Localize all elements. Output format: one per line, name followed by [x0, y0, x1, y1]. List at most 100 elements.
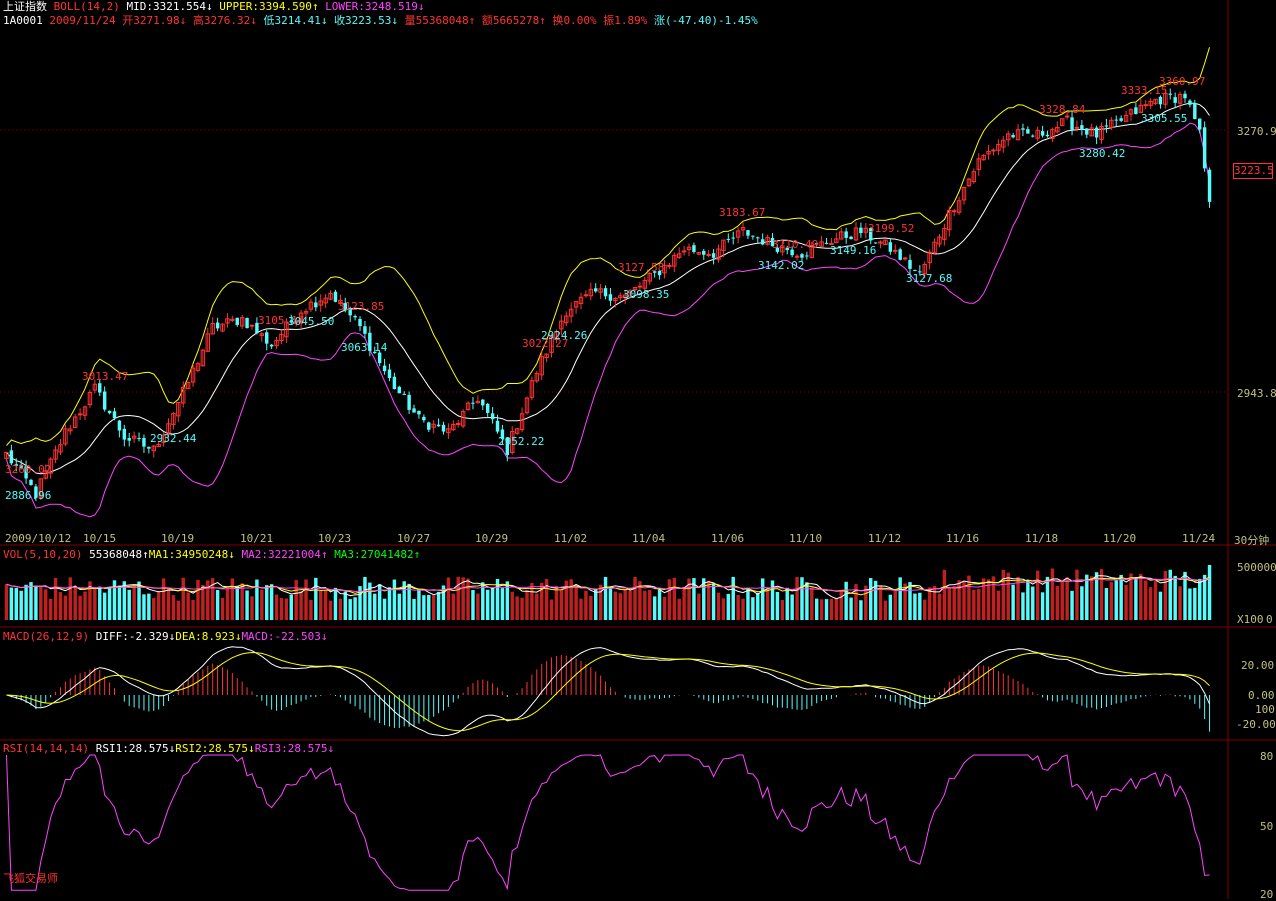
vol-arrow-icon: ↑ [142, 548, 149, 561]
candle-down [102, 391, 107, 410]
date-tick-label: 11/02 [554, 532, 588, 545]
low-price-label: 3305.55 [1141, 111, 1188, 125]
volume-bar-up [883, 600, 888, 620]
volume-bar-up [456, 576, 460, 620]
volume-bar-down [746, 587, 750, 620]
candle-down [1173, 97, 1177, 103]
volume-bar-up [83, 591, 87, 620]
high-price-label: 3123.85 [338, 300, 385, 314]
volume-bar-up [947, 588, 952, 620]
date-tick-label: 11/10 [789, 532, 823, 545]
volume-bar-up [1035, 570, 1040, 620]
candle-down [412, 408, 416, 413]
candle-down [107, 410, 112, 414]
period-label[interactable]: 30分钟 [1234, 532, 1269, 548]
volume-bar-down [775, 591, 780, 620]
date-tick-label: 11/04 [632, 532, 666, 545]
volume-bar-down [127, 589, 131, 620]
volume-bar-up [181, 577, 185, 620]
volume-bar-up [1153, 581, 1158, 620]
volume-bar-down [215, 589, 220, 620]
volume-bar-up [672, 577, 677, 620]
volume-bar-up [648, 589, 652, 620]
candle-down [800, 254, 804, 258]
candle-down [314, 302, 318, 308]
volume-bar-down [888, 594, 893, 620]
candle-down [363, 326, 367, 334]
rsi3-arrow-icon: ↓ [327, 742, 335, 755]
volume-bar-down [417, 588, 421, 620]
macd-dea: DEA:8.923 [175, 630, 235, 643]
volume-bar-down [363, 576, 367, 620]
volume-bar-up [196, 579, 200, 620]
volume-bar-down [603, 576, 608, 620]
candle-up [893, 249, 898, 252]
candle-down [427, 422, 431, 430]
date-tick-label: 11/16 [946, 532, 980, 545]
volume-bar-up [1109, 582, 1114, 620]
volume-bar-down [824, 599, 829, 620]
candle-up [1064, 115, 1070, 118]
candle-down [235, 317, 239, 325]
candle-down [824, 242, 829, 244]
volume-bar-up [323, 590, 328, 620]
date-tick-label: 10/15 [83, 532, 117, 545]
volume-bar-up [220, 597, 225, 620]
volume-bar-up [166, 588, 171, 620]
volume-bar-up [1178, 586, 1182, 620]
macd-axis-0: 0.00 [1248, 689, 1275, 702]
volume-bar-down [756, 592, 760, 620]
low-price-label: 3142.02 [758, 258, 805, 272]
rsi-axis-50: 50 [1260, 820, 1274, 833]
volume-bar-up [554, 585, 559, 620]
volume-bar-up [927, 587, 932, 620]
candle-down [147, 446, 151, 449]
volume-bar-up [299, 591, 303, 620]
candle-down [387, 369, 392, 378]
volume-bar-down [412, 598, 416, 620]
low-price-label: 2952.22 [498, 435, 545, 449]
volume-bar-down [264, 585, 269, 620]
candle-down [1080, 125, 1084, 130]
volume-bar-down [731, 576, 735, 620]
volume-bar-up [878, 585, 883, 620]
watermark-logo: 飞狐交易师 [3, 872, 58, 885]
high-price-label: 3183.67 [719, 206, 766, 220]
volume-bar-up [186, 592, 190, 620]
volume-bar-down [142, 594, 146, 620]
volume-bar-down [24, 584, 28, 620]
volume-bar-up [559, 589, 564, 620]
candle-down [731, 237, 735, 239]
volume-bar-down [770, 580, 775, 620]
volume-bar-down [1021, 592, 1025, 620]
volume-bar-up [93, 586, 97, 620]
current-price-tag: 3223.5 [1233, 163, 1274, 179]
volume-bar-down [1070, 590, 1074, 620]
volume-bar-down [859, 600, 863, 620]
candle-down [264, 332, 269, 344]
volume-bar-up [1001, 569, 1006, 620]
candle-down [751, 235, 755, 237]
volume-bar-up [1124, 584, 1128, 620]
volume-bar-up [736, 595, 740, 620]
volume-bar-up [623, 588, 627, 620]
candle-down [849, 236, 853, 240]
high-price-label: 3360.97 [1159, 74, 1206, 88]
candle-down [471, 402, 475, 404]
low-price-label: 3149.16 [830, 244, 877, 258]
candle-up [794, 255, 800, 258]
candle-down [844, 231, 848, 238]
macd-diff: DIFF:-2.329 [95, 630, 169, 643]
vol-ma3: MA3:27041482 [334, 548, 414, 561]
volume-bar-up [667, 579, 672, 620]
candle-up [583, 294, 589, 297]
price-axis-label-high: 3270.9 [1237, 125, 1276, 138]
candle-down [1207, 169, 1212, 202]
candle-down [1168, 93, 1172, 95]
chart-canvas[interactable] [0, 0, 1276, 899]
volume-bar-down [790, 594, 794, 620]
volume-bar-down [652, 596, 657, 620]
candle-down [402, 393, 406, 395]
volume-bar-up [574, 587, 578, 620]
volume-bar-down [594, 589, 598, 620]
